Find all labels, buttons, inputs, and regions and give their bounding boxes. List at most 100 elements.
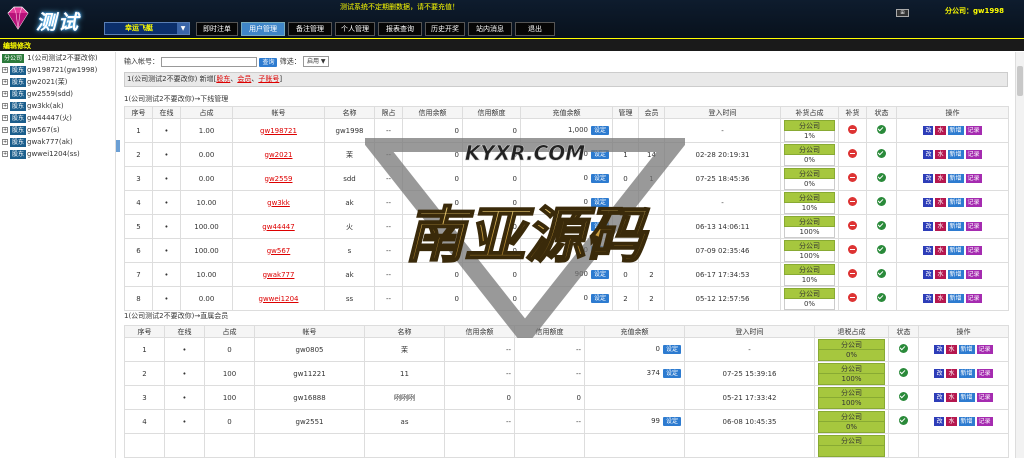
status-ok-icon[interactable]	[877, 293, 886, 302]
account-link[interactable]: gwak777	[263, 271, 295, 279]
status-ok-icon[interactable]	[899, 368, 908, 377]
set-button[interactable]: 设定	[662, 369, 681, 378]
edit-button[interactable]: 改	[934, 393, 945, 402]
account-link[interactable]: gw3kk	[267, 199, 290, 207]
edit-button[interactable]: 改	[923, 174, 934, 183]
nav-tab-5[interactable]: 历史开奖	[425, 22, 465, 36]
nav-tab-2[interactable]: 备注管理	[288, 22, 332, 36]
edit-button[interactable]: 改	[923, 126, 934, 135]
add-button[interactable]: 新增	[947, 150, 964, 159]
set-button[interactable]: 设定	[590, 270, 609, 279]
status-ok-icon[interactable]	[877, 197, 886, 206]
rebate-button[interactable]: 水	[935, 270, 946, 279]
tree-item[interactable]: + 股东 gw2021(茉)	[2, 76, 115, 88]
account-link[interactable]: gw2021	[265, 151, 293, 159]
edit-button[interactable]: 改	[923, 246, 934, 255]
nav-tab-7[interactable]: 退出	[515, 22, 555, 36]
expand-icon[interactable]: +	[2, 91, 8, 97]
expand-icon[interactable]: +	[2, 127, 8, 133]
rebate-button[interactable]: 水	[946, 345, 957, 354]
expand-icon[interactable]: +	[2, 151, 8, 157]
rebate-button[interactable]: 水	[935, 150, 946, 159]
expand-icon[interactable]: +	[2, 67, 8, 73]
history-button[interactable]: 记录	[976, 345, 993, 354]
tree-item[interactable]: + 股东 gw3kk(ak)	[2, 100, 115, 112]
status-ok-icon[interactable]	[877, 125, 886, 134]
add-button[interactable]: 新增	[947, 174, 964, 183]
expand-icon[interactable]: +	[2, 139, 8, 145]
set-button[interactable]: 设定	[590, 150, 609, 159]
status-ok-icon[interactable]	[899, 344, 908, 353]
tree-item[interactable]: + 股东 gwwei1204(ss)	[2, 148, 115, 160]
history-button[interactable]: 记录	[976, 417, 993, 426]
add-button[interactable]: 新增	[947, 126, 964, 135]
status-ok-icon[interactable]	[899, 392, 908, 401]
chevron-down-icon[interactable]: ▼	[177, 23, 189, 34]
history-button[interactable]: 记录	[965, 174, 982, 183]
stop-icon[interactable]	[848, 293, 857, 302]
add-button[interactable]: 新增	[947, 270, 964, 279]
stop-icon[interactable]	[848, 149, 857, 158]
history-button[interactable]: 记录	[965, 270, 982, 279]
set-button[interactable]: 设定	[590, 174, 609, 183]
set-button[interactable]: 设定	[662, 345, 681, 354]
stop-icon[interactable]	[848, 125, 857, 134]
add-button[interactable]: 新增	[958, 345, 975, 354]
rebate-button[interactable]: 水	[935, 294, 946, 303]
expand-icon[interactable]: +	[2, 115, 8, 121]
game-selector[interactable]: 幸运飞艇 ▼	[104, 22, 190, 35]
history-button[interactable]: 记录	[965, 198, 982, 207]
expand-icon[interactable]: +	[2, 79, 8, 85]
status-ok-icon[interactable]	[877, 149, 886, 158]
set-button[interactable]: 设定	[590, 222, 609, 231]
tree-item[interactable]: + 股东 gw198721(gw1998)	[2, 64, 115, 76]
status-ok-icon[interactable]	[877, 245, 886, 254]
status-ok-icon[interactable]	[877, 269, 886, 278]
add-button[interactable]: 新增	[947, 222, 964, 231]
tree-item[interactable]: + 股东 gwak777(ak)	[2, 136, 115, 148]
sidebar-splitter[interactable]	[116, 140, 120, 152]
set-button[interactable]: 设定	[590, 246, 609, 255]
set-button[interactable]: 设定	[662, 417, 681, 426]
rebate-button[interactable]: 水	[935, 198, 946, 207]
edit-button[interactable]: 改	[923, 150, 934, 159]
edit-button[interactable]: 改	[934, 345, 945, 354]
account-link[interactable]: gw44447	[262, 223, 294, 231]
account-link[interactable]: gw198721	[260, 127, 297, 135]
rebate-button[interactable]: 水	[935, 246, 946, 255]
stop-icon[interactable]	[848, 197, 857, 206]
rebate-button[interactable]: 水	[946, 417, 957, 426]
edit-button[interactable]: 改	[934, 417, 945, 426]
nav-tab-3[interactable]: 个人管理	[335, 22, 375, 36]
search-button[interactable]: 查询	[259, 57, 278, 67]
rebate-button[interactable]: 水	[946, 369, 957, 378]
rebate-button[interactable]: 水	[935, 174, 946, 183]
edit-button[interactable]: 改	[923, 222, 934, 231]
history-button[interactable]: 记录	[976, 369, 993, 378]
rebate-button[interactable]: 水	[935, 222, 946, 231]
add-subaccount-link[interactable]: 子账号	[258, 75, 279, 83]
history-button[interactable]: 记录	[965, 150, 982, 159]
edit-button[interactable]: 改	[923, 294, 934, 303]
nav-tab-4[interactable]: 报表查询	[378, 22, 422, 36]
rebate-button[interactable]: 水	[946, 393, 957, 402]
nav-tab-0[interactable]: 即时注单	[196, 22, 238, 36]
expand-icon[interactable]: +	[2, 103, 8, 109]
add-button[interactable]: 新增	[958, 369, 975, 378]
stop-icon[interactable]	[848, 173, 857, 182]
add-button[interactable]: 新增	[947, 246, 964, 255]
stop-icon[interactable]	[848, 245, 857, 254]
account-link[interactable]: gw2559	[265, 175, 293, 183]
add-button[interactable]: 新增	[947, 294, 964, 303]
status-ok-icon[interactable]	[899, 416, 908, 425]
rebate-button[interactable]: 水	[935, 126, 946, 135]
tree-item[interactable]: + 股东 gw44447(火)	[2, 112, 115, 124]
account-search-input[interactable]	[161, 56, 258, 67]
add-shareholder-link[interactable]: 股东	[216, 75, 230, 83]
tree-root[interactable]: 分公司 1(公司测试2不要改你)	[2, 52, 115, 64]
add-button[interactable]: 新增	[947, 198, 964, 207]
stop-icon[interactable]	[848, 221, 857, 230]
edit-button[interactable]: 改	[934, 369, 945, 378]
set-button[interactable]: 设定	[590, 126, 609, 135]
scrollbar-thumb[interactable]	[1017, 66, 1023, 96]
